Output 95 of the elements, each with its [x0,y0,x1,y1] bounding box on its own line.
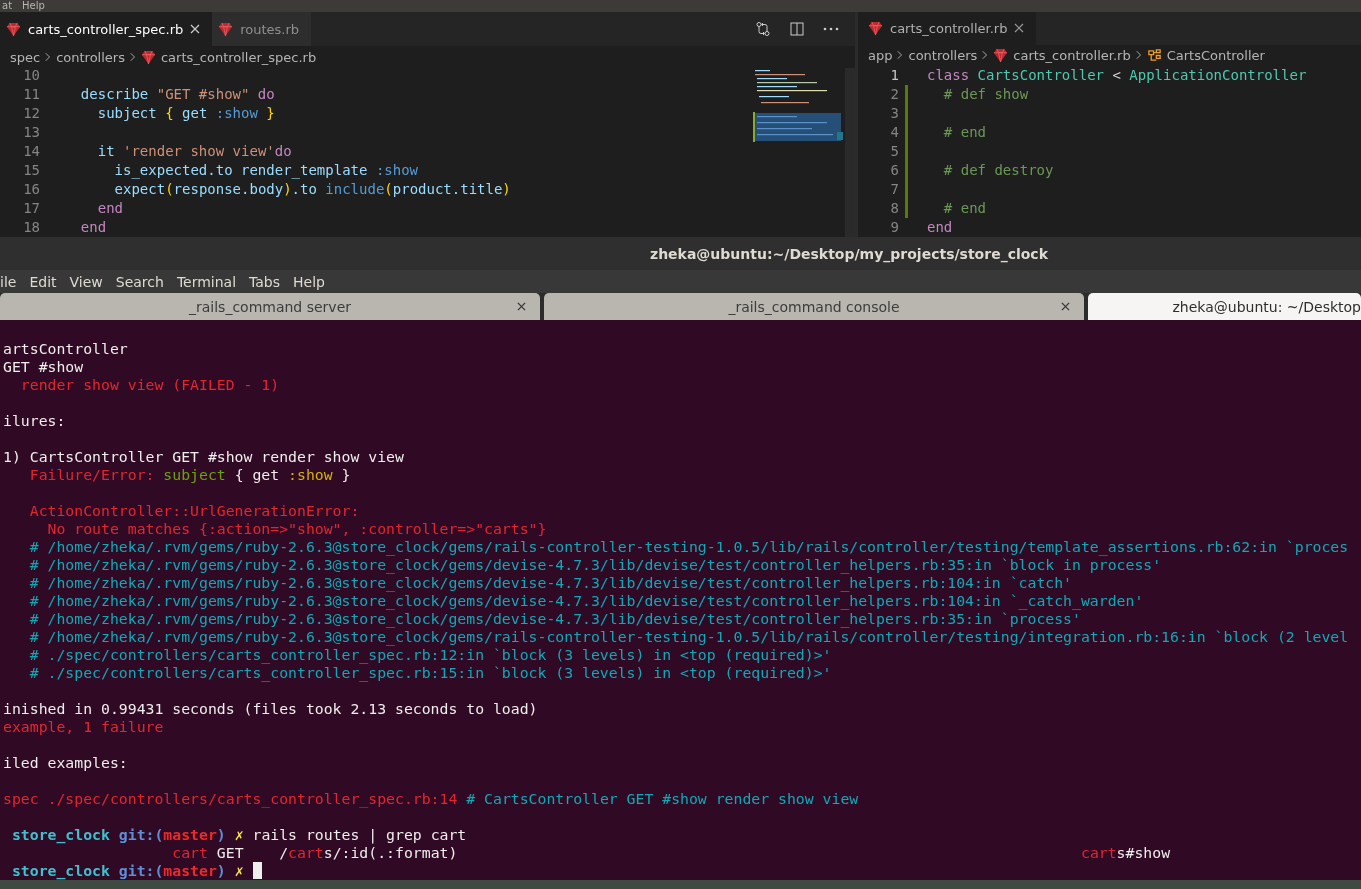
terminal-line: inished in 0.99431 seconds (files took 2.13 seconds to load) [3,700,538,718]
close-icon[interactable] [1061,302,1070,311]
line-number: 15 [22,161,40,180]
line-number: 2 [889,85,899,104]
line-number: 6 [889,161,899,180]
ruby-file-icon [868,20,883,36]
menu-item[interactable]: Help [293,273,325,290]
menu-item[interactable]: Tabs [249,273,281,290]
terminal-line: # /home/zheka/.rvm/gems/ruby-2.6.3@store_clock/gems/devise-4.7.3/lib/devise/test/controller_helpers.rb:35:in `process' [28,610,1081,628]
code-line: # end [942,123,986,142]
terminal-tab[interactable]: zheka@ubuntu: ~/Desktop [1088,293,1361,320]
line-number: 8 [889,199,899,218]
terminal-line: example, 1 failure [3,718,164,736]
code-line: subject { get :show } [96,104,275,123]
compare-changes-icon[interactable] [755,21,771,37]
editor-tab[interactable]: carts_controller.rb [858,12,1037,45]
terminal-line: # /home/zheka/.rvm/gems/ruby-2.6.3@store_clock/gems/devise-4.7.3/lib/devise/test/controller_helpers.rb:35:in `block in process' [28,556,1162,574]
terminal-line: ilures: [3,412,66,430]
line-number: 3 [889,104,899,123]
code-line: end [927,218,953,237]
code-line: end [79,218,107,237]
terminal-line: # ./spec/controllers/carts_controller_spec.rb:12:in `block (3 levels) in <top (required)>' [28,646,832,664]
ruby-file-icon [993,47,1009,63]
editor-tab[interactable]: routes.rb [212,12,312,46]
menu-item[interactable]: Help [22,0,45,12]
terminal-line: render show view (FAILED - 1) [19,376,280,394]
line-number: 18 [22,218,40,237]
terminal-line: store_clock git:(master) ✗ rails routes | grep cart [10,826,467,844]
terminal-line: 1) CartsController GET #show render show view [3,448,404,466]
chevron-icon [1135,50,1142,61]
breadcrumb-item[interactable]: controllers [908,47,978,63]
line-number: 5 [889,142,899,161]
breadcrumb-item[interactable]: carts_controller_spec.rb [160,49,317,65]
code-line: describe "GET #show" do [79,85,275,104]
terminal-line: # /home/zheka/.rvm/gems/ruby-2.6.3@store_clock/gems/devise-4.7.3/lib/devise/test/controller_helpers.rb:104:in `catch' [28,574,1073,592]
terminal-line: # ./spec/controllers/carts_controller_spec.rb:15:in `block (3 levels) in <top (required)>' [28,664,832,682]
terminal-line: # /home/zheka/.rvm/gems/ruby-2.6.3@store_clock/gems/devise-4.7.3/lib/devise/test/controller_helpers.rb:104:in `_catch_warden' [28,592,1144,610]
line-number: 12 [22,104,40,123]
split-editor-icon[interactable] [789,21,805,37]
code-line: end [96,199,123,218]
breadcrumb-item[interactable]: carts_controller.rb [1013,47,1131,63]
menu-item[interactable]: Search [115,273,164,290]
chevron-icon [982,50,989,61]
ruby-file-icon [140,49,156,65]
line-number: 11 [22,85,40,104]
line-number: 1 [889,66,899,85]
code-line: is_expected.to render_template :show [113,161,419,180]
chevron-icon [129,52,136,62]
code-line: class CartsController < ApplicationController [927,66,1307,85]
close-icon[interactable] [517,302,526,311]
line-number: 4 [889,123,899,142]
terminal-cursor [252,862,262,879]
terminal-line: # /home/zheka/.rvm/gems/ruby-2.6.3@store_clock/gems/rails-controller-testing-1.0.5/lib/rails/controller/testing/template_assertions.rb:62:in `proces [28,538,1349,556]
ruby-file-icon [6,21,21,37]
menu-item[interactable]: at [2,0,13,12]
line-number: 9 [889,218,899,237]
terminal-line: spec ./spec/controllers/carts_controller_spec.rb:14 # CartsController GET #show render show view [3,790,859,808]
breadcrumb-item[interactable]: spec [10,49,41,65]
line-number: 16 [22,180,40,199]
close-icon[interactable] [1014,23,1025,34]
line-number: 13 [22,123,40,142]
line-number: 14 [22,142,40,161]
breadcrumb-item[interactable]: controllers [56,49,125,65]
code-line: # end [942,199,986,218]
terminal-tab[interactable]: _rails_command server [0,293,540,320]
code-line: # def destroy [942,161,1054,180]
terminal-line: # /home/zheka/.rvm/gems/ruby-2.6.3@store_clock/gems/rails-controller-testing-1.0.5/lib/rails/controller/testing/integration.rb:16:in `block (2 level [28,628,1349,646]
terminal-line: artsController [3,340,128,358]
line-number: 17 [22,199,40,218]
menu-item[interactable]: Terminal [176,273,237,290]
terminal-line: Failure/Error: subject { get :show } [28,466,351,484]
breadcrumb-item[interactable]: CartsController [1166,47,1265,63]
chevron-icon [45,52,52,62]
terminal-line: cart GET /carts/:id(.:format) carts#show [171,844,1171,862]
terminal-line: store_clock git:(master) ✗ [10,862,244,880]
breadcrumb-item[interactable]: app [868,47,893,63]
class-symbol-icon [1146,47,1162,63]
terminal-tab[interactable]: _rails_command console [544,293,1084,320]
window-title: zheka@ubuntu:~/Desktop/my_projects/store_clock [650,245,1048,262]
code-line: expect(response.body).to include(product.title) [113,180,511,199]
line-number: 10 [22,66,40,85]
chevron-icon [897,50,904,61]
ruby-file-icon [218,21,234,37]
code-line: # def show [942,85,1029,104]
line-number: 7 [889,180,899,199]
menu-item[interactable]: ile [0,273,17,290]
code-line: it 'render show view'do [96,142,292,161]
menu-item[interactable]: View [69,273,103,290]
terminal-line: ActionController::UrlGenerationError: [28,502,360,520]
editor-tab[interactable]: carts_controller_spec.rb [0,12,213,46]
more-actions-icon[interactable] [823,27,839,31]
terminal-line: No route matches {:action=>"show", :controller=>"carts"} [46,520,547,538]
terminal-line: GET #show [3,358,84,376]
menu-item[interactable]: Edit [29,273,57,290]
terminal-line: iled examples: [3,754,128,772]
